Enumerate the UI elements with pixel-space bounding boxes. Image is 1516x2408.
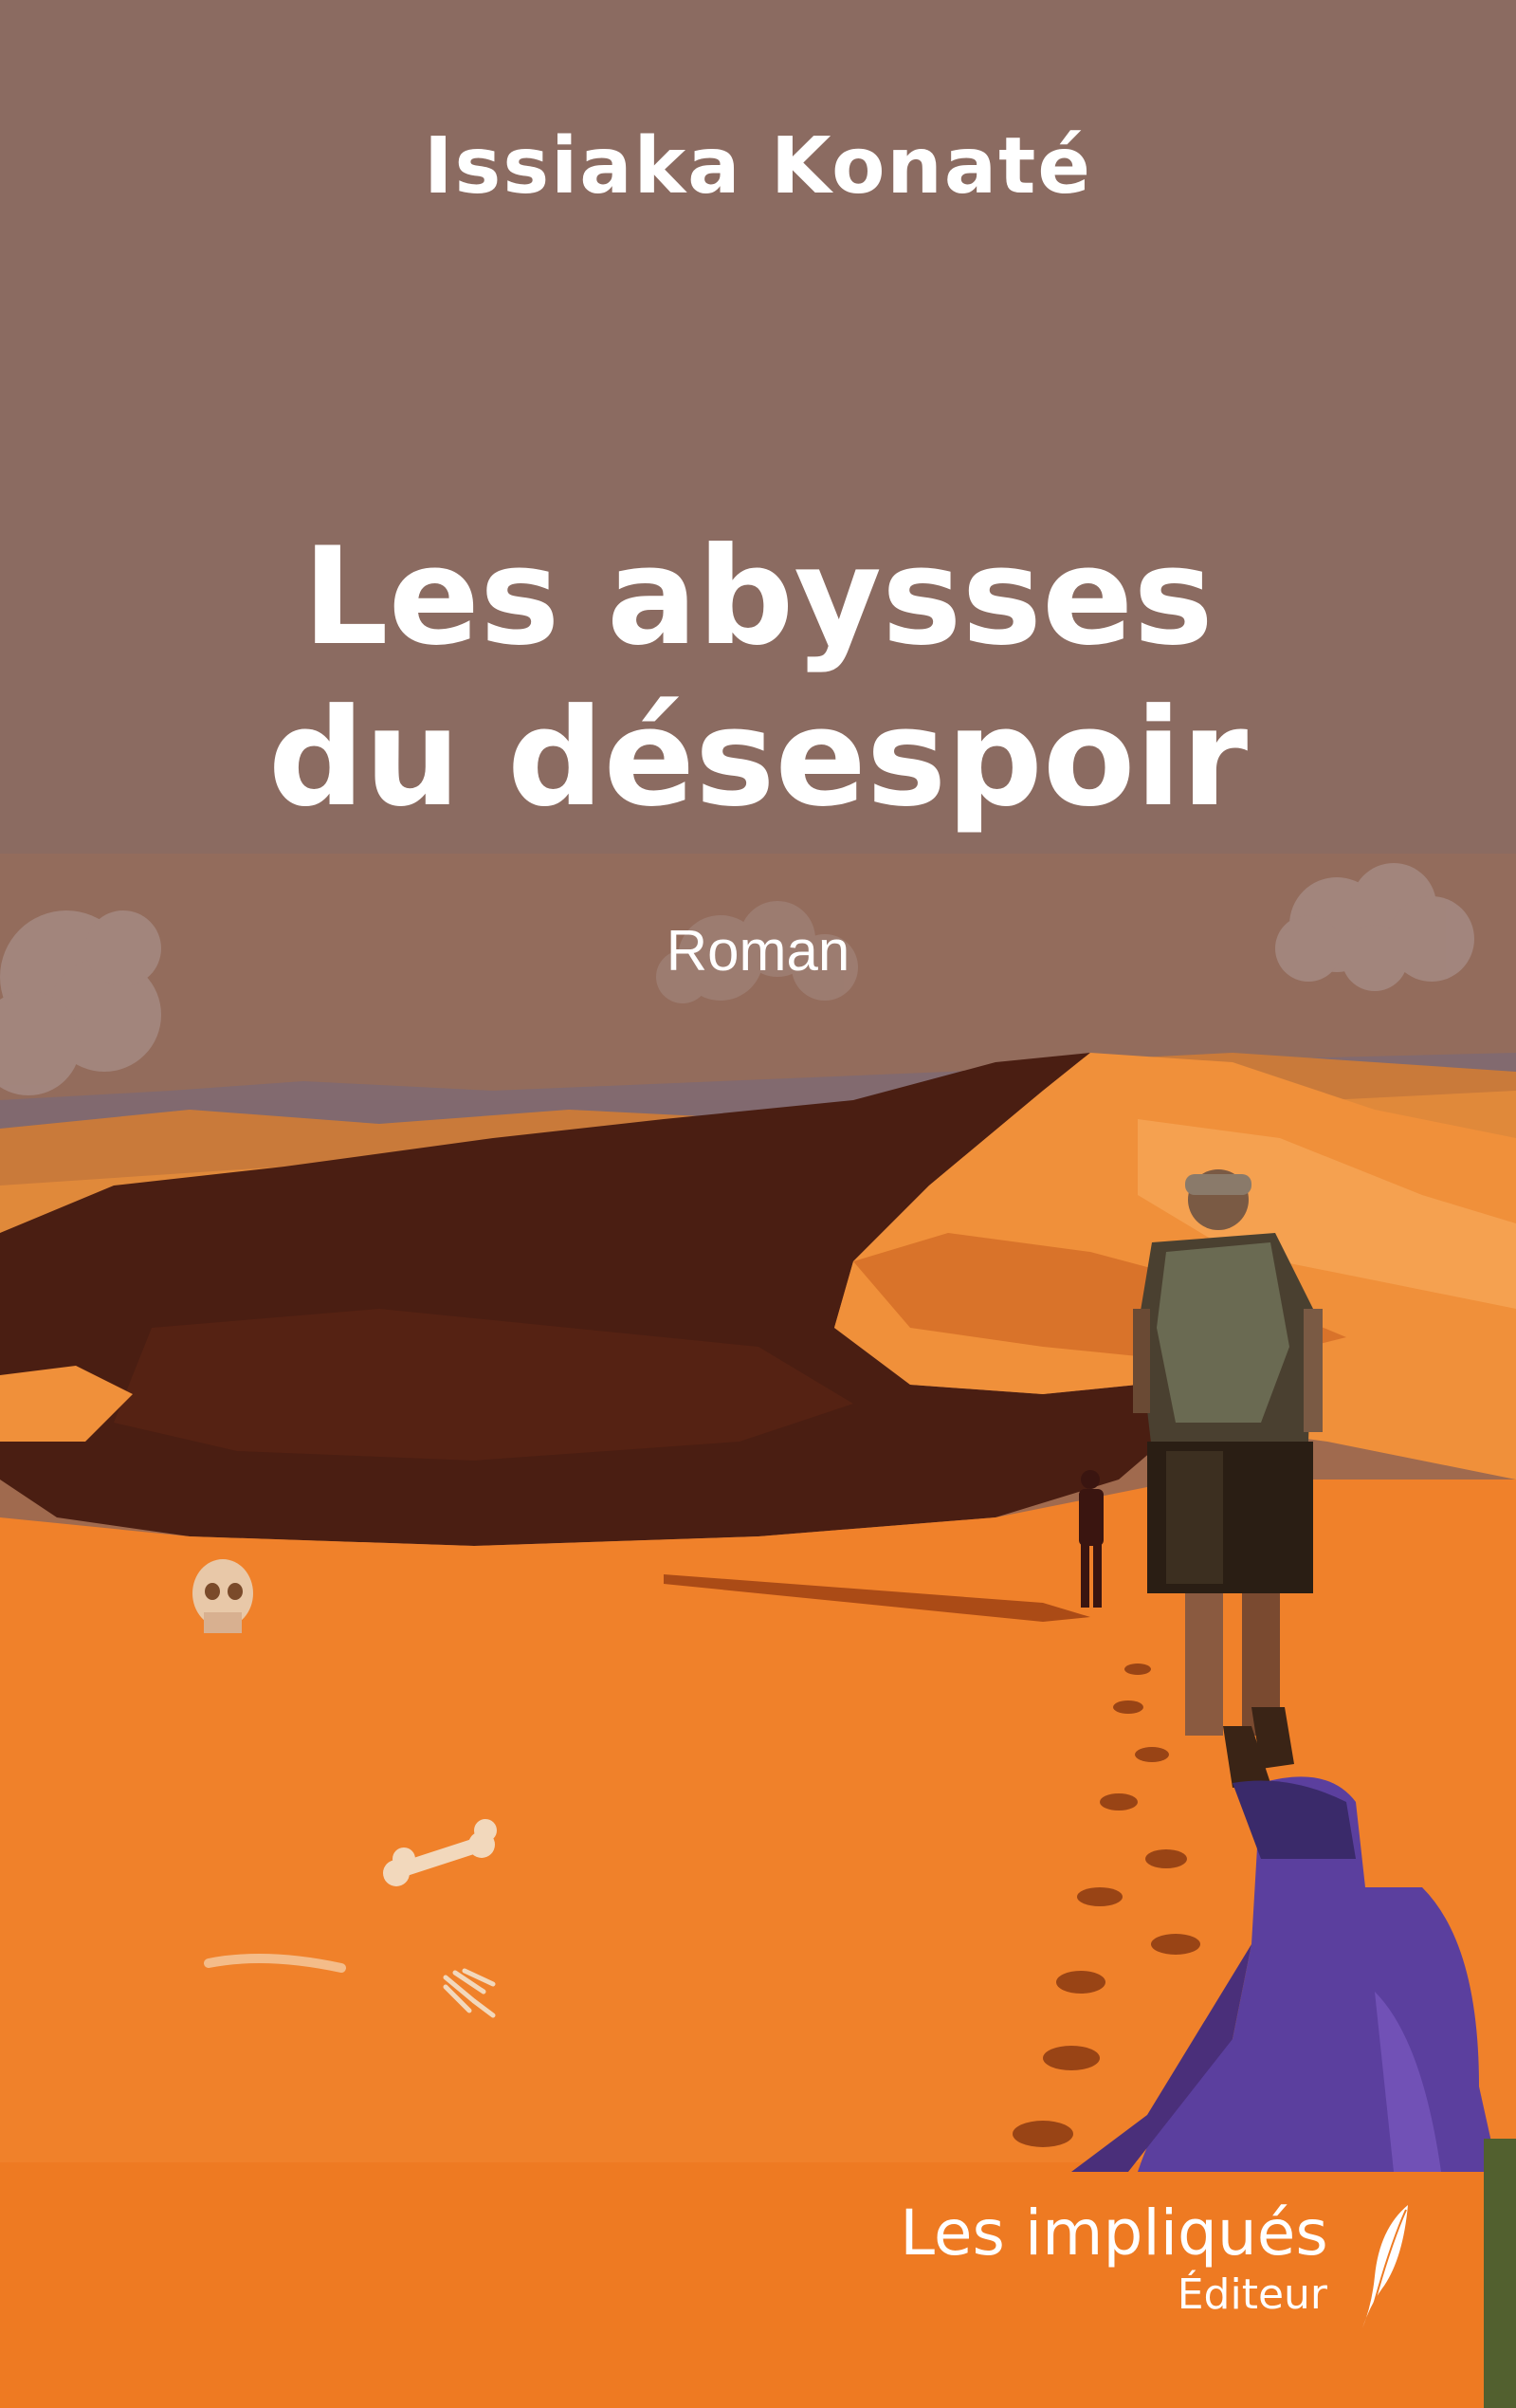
desert-illustration xyxy=(0,0,1516,2408)
publisher-logo: Les impliqués Éditeur xyxy=(891,2196,1337,2319)
side-accent-bar xyxy=(1484,2139,1516,2408)
book-cover: Issiaka Konaté Les abysses du désespoir … xyxy=(0,0,1516,2408)
title-line-2: du désespoir xyxy=(267,680,1249,836)
book-title: Les abysses du désespoir xyxy=(0,517,1516,839)
genre-label: Roman xyxy=(666,919,850,983)
publisher-name: Les impliqués xyxy=(900,2197,1328,2270)
publisher-subtitle: Éditeur xyxy=(1177,2270,1327,2319)
author-name: Issiaka Konaté xyxy=(424,121,1092,211)
feather-icon xyxy=(1362,2205,1408,2328)
title-line-1: Les abysses xyxy=(302,519,1214,675)
